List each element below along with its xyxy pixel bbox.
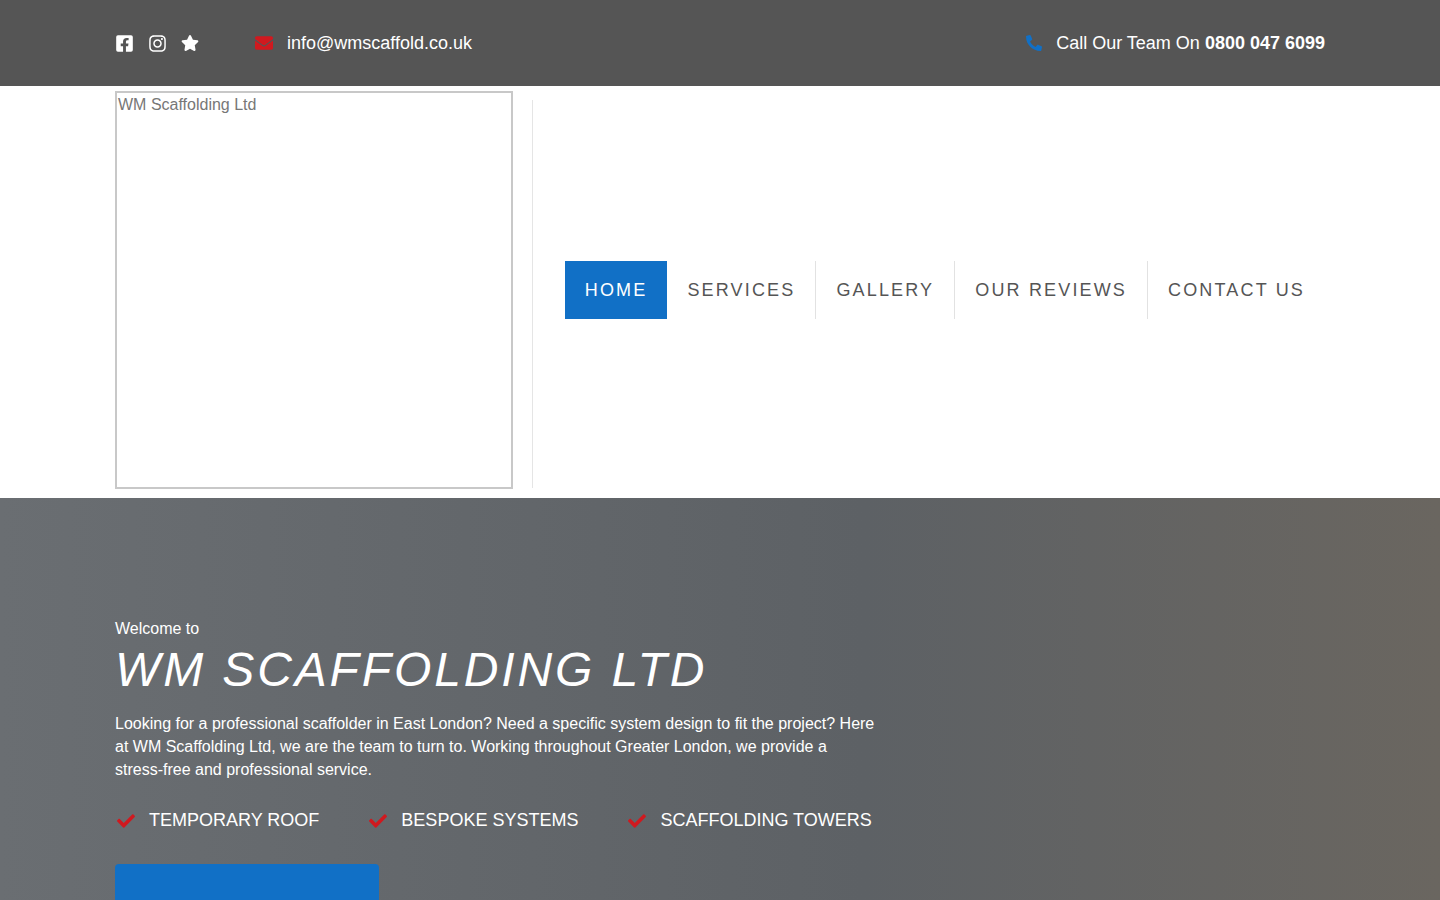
nav-divider xyxy=(815,261,816,319)
feature-item: SCAFFOLDING TOWERS xyxy=(626,807,871,834)
logo[interactable]: WM Scaffolding Ltd xyxy=(115,91,513,489)
hero: Welcome toWM SCAFFOLDING LTD Looking for … xyxy=(0,498,1440,900)
nav-item[interactable]: SERVICES xyxy=(667,261,815,319)
hero-button[interactable] xyxy=(115,864,379,900)
header-divider xyxy=(532,100,533,488)
phone-icon xyxy=(1026,35,1042,51)
feature-item: TEMPORARY ROOF xyxy=(115,807,319,834)
check-icon xyxy=(367,812,389,830)
facebook-icon[interactable] xyxy=(115,34,134,53)
check-icon xyxy=(115,812,137,830)
feature-item: BESPOKE SYSTEMS xyxy=(367,807,578,834)
instagram-icon[interactable] xyxy=(148,34,167,53)
star-icon[interactable] xyxy=(181,34,199,52)
email-link[interactable]: info@wmscaffold.co.uk xyxy=(253,30,472,57)
nav-item[interactable]: HOME xyxy=(565,261,668,319)
phone-link[interactable]: Call Our Team On 0800 047 6099 xyxy=(1026,30,1325,57)
main-nav: HOMESERVICESGALLERYOUR REVIEWSCONTACT US xyxy=(565,86,1325,498)
hero-welcome: Welcome to xyxy=(115,618,1325,640)
header: WM Scaffolding LtdHOMESERVICESGALLERYOUR… xyxy=(0,86,1440,498)
nav-item[interactable]: OUR REVIEWS xyxy=(955,261,1147,319)
nav-divider xyxy=(954,261,955,319)
hero-title: WM SCAFFOLDING LTD xyxy=(115,642,1325,698)
nav-divider xyxy=(1147,261,1148,319)
top-bar: info@wmscaffold.co.uk Call Our Team On 08… xyxy=(0,0,1440,86)
feature-list: TEMPORARY ROOF BESPOKE SYSTEMS SCAFFOLDING… xyxy=(115,807,1325,834)
nav-item[interactable]: GALLERY xyxy=(816,261,954,319)
page: info@wmscaffold.co.uk Call Our Team On 08… xyxy=(0,0,1440,900)
nav-item[interactable]: CONTACT US xyxy=(1148,261,1325,319)
check-icon xyxy=(626,812,648,830)
envelope-icon xyxy=(253,34,275,52)
hero-description: Looking for a professional scaffolder in… xyxy=(115,712,875,781)
